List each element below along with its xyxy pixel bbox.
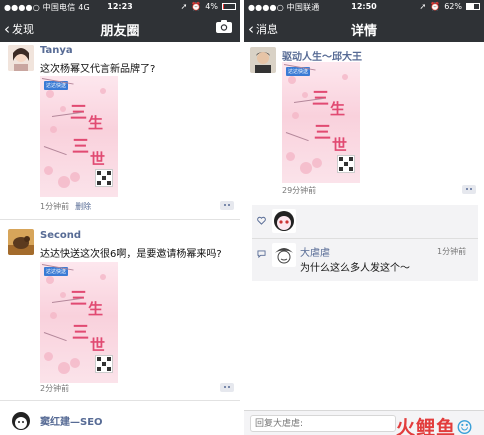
status-bar: ●●●●○ 中国电信 4G 12:23 ➚ ⏰ 4% [0, 0, 240, 14]
poster-title-char: 三 [314, 123, 331, 143]
divider [0, 219, 240, 220]
nav-bar: ‹ 发现 朋友圈 [0, 14, 240, 42]
poster-flower [44, 166, 53, 175]
poster-flower [60, 292, 66, 298]
battery-percent: 4% [205, 2, 218, 11]
nav-bar: ‹ 消息 详情 [244, 14, 484, 42]
comment-time: 1分钟前 [437, 247, 467, 256]
battery-icon [222, 3, 236, 10]
poster-branch [43, 332, 67, 342]
feed-post: Tanya 这次杨幂又代言新品牌了? 达达快送三生三世 1分钟前 删除 [0, 42, 240, 214]
location-icon: ➚ [419, 2, 427, 11]
poster-flower [46, 276, 54, 284]
poster-title-char: 三 [72, 323, 89, 343]
comment-author[interactable]: 大虐虐 [300, 244, 330, 259]
battery-icon [466, 3, 480, 10]
liker-avatar[interactable] [272, 209, 296, 233]
poster-flower [50, 126, 57, 133]
detail-post: 驱动人生～邱大王 达达快送三生三世 29分钟前 [244, 42, 484, 202]
poster-flower [60, 106, 66, 112]
divider [0, 400, 240, 401]
likes-comments-box: 大虐虐 1分钟前 为什么这么多人发这个～ [252, 205, 478, 281]
poster-flower [288, 76, 296, 84]
poster-flower [58, 176, 70, 188]
poster-title-char: 三 [70, 289, 87, 309]
comment-text: 为什么这么多人发这个～ [300, 263, 410, 274]
post-time: 29分钟前 [282, 186, 317, 195]
divider [252, 238, 478, 239]
poster-flower [58, 362, 70, 374]
reply-input[interactable] [250, 415, 396, 432]
poster-title-char: 生 [88, 114, 104, 132]
battery-percent: 62% [444, 2, 462, 11]
heart-icon [257, 216, 266, 225]
poster-flower [100, 274, 106, 280]
comment-more-icon[interactable] [220, 201, 234, 210]
post-time: 1分钟前 [40, 202, 70, 211]
post-image[interactable]: 达达快送三生三世 [40, 262, 118, 383]
poster-flower [342, 74, 348, 80]
camera-icon[interactable] [216, 20, 232, 33]
delete-link[interactable]: 删除 [75, 202, 91, 211]
feed-post: 窦红建—SEO [0, 406, 240, 435]
poster-title-char: 世 [90, 336, 106, 354]
post-author[interactable]: 驱动人生～邱大王 [282, 48, 362, 63]
post-detail-screen: ●●●●○ 中国联通 12:50 ➚ ⏰ 62% ‹ 消息 详情 驱动人生～邱大… [244, 0, 484, 435]
poster-branch [43, 146, 67, 156]
poster-flower [300, 162, 312, 174]
qr-code-icon [95, 355, 113, 373]
comment-more-icon[interactable] [220, 383, 234, 392]
emoji-icon[interactable]: ☺ [456, 417, 474, 435]
poster-flower [70, 358, 80, 368]
status-bar: ●●●●○ 中国联通 12:50 ➚ ⏰ 62% [244, 0, 484, 14]
poster-title-char: 生 [330, 100, 346, 118]
poster-title-char: 世 [332, 136, 348, 154]
post-image[interactable]: 达达快送三生三世 [282, 62, 360, 183]
page-title: 朋友圈 [100, 24, 140, 39]
avatar[interactable] [250, 47, 276, 73]
location-icon: ➚ [180, 2, 188, 11]
watermark-logo: 火鲤鱼☺ [396, 413, 474, 435]
post-text: 这次杨幂又代言新品牌了? [40, 64, 156, 75]
alarm-icon: ⏰ [191, 2, 202, 11]
post-author[interactable]: Second [40, 230, 81, 241]
poster-title-char: 三 [70, 103, 87, 123]
post-text: 达达快送这次很6啊，是要邀请杨幂来吗? [40, 249, 222, 260]
avatar[interactable] [8, 45, 34, 71]
reply-bar: 火鲤鱼☺ [244, 410, 484, 435]
moments-feed-screen: ●●●●○ 中国电信 4G 12:23 ➚ ⏰ 4% ‹ 发现 朋友圈 Tany… [0, 0, 240, 435]
page-title: 详情 [350, 24, 377, 39]
poster-title-char: 生 [88, 300, 104, 318]
avatar[interactable] [8, 409, 34, 435]
poster-flower [50, 312, 57, 319]
qr-code-icon [95, 169, 113, 187]
post-image[interactable]: 达达快送三生三世 [40, 76, 118, 197]
poster-flower [302, 92, 308, 98]
poster-title-char: 三 [312, 89, 329, 109]
poster-flower [70, 172, 80, 182]
poster-branch [285, 132, 309, 142]
comment-more-icon[interactable] [462, 185, 476, 194]
poster-title-char: 三 [72, 137, 89, 157]
post-author[interactable]: Tanya [40, 45, 73, 56]
commenter-avatar[interactable] [272, 243, 296, 267]
avatar[interactable] [8, 229, 34, 255]
poster-flower [286, 152, 295, 161]
poster-flower [312, 158, 322, 168]
poster-flower [44, 352, 53, 361]
comment-icon [257, 250, 266, 258]
poster-flower [292, 112, 299, 119]
alarm-icon: ⏰ [430, 2, 441, 11]
post-author[interactable]: 窦红建—SEO [40, 413, 103, 428]
post-time: 2分钟前 [40, 384, 70, 393]
qr-code-icon [337, 155, 355, 173]
poster-flower [100, 88, 106, 94]
poster-title-char: 世 [90, 150, 106, 168]
poster-flower [46, 90, 54, 98]
feed-post: Second 达达快送这次很6啊，是要邀请杨幂来吗? 达达快送三生三世 2分钟前 [0, 227, 240, 397]
